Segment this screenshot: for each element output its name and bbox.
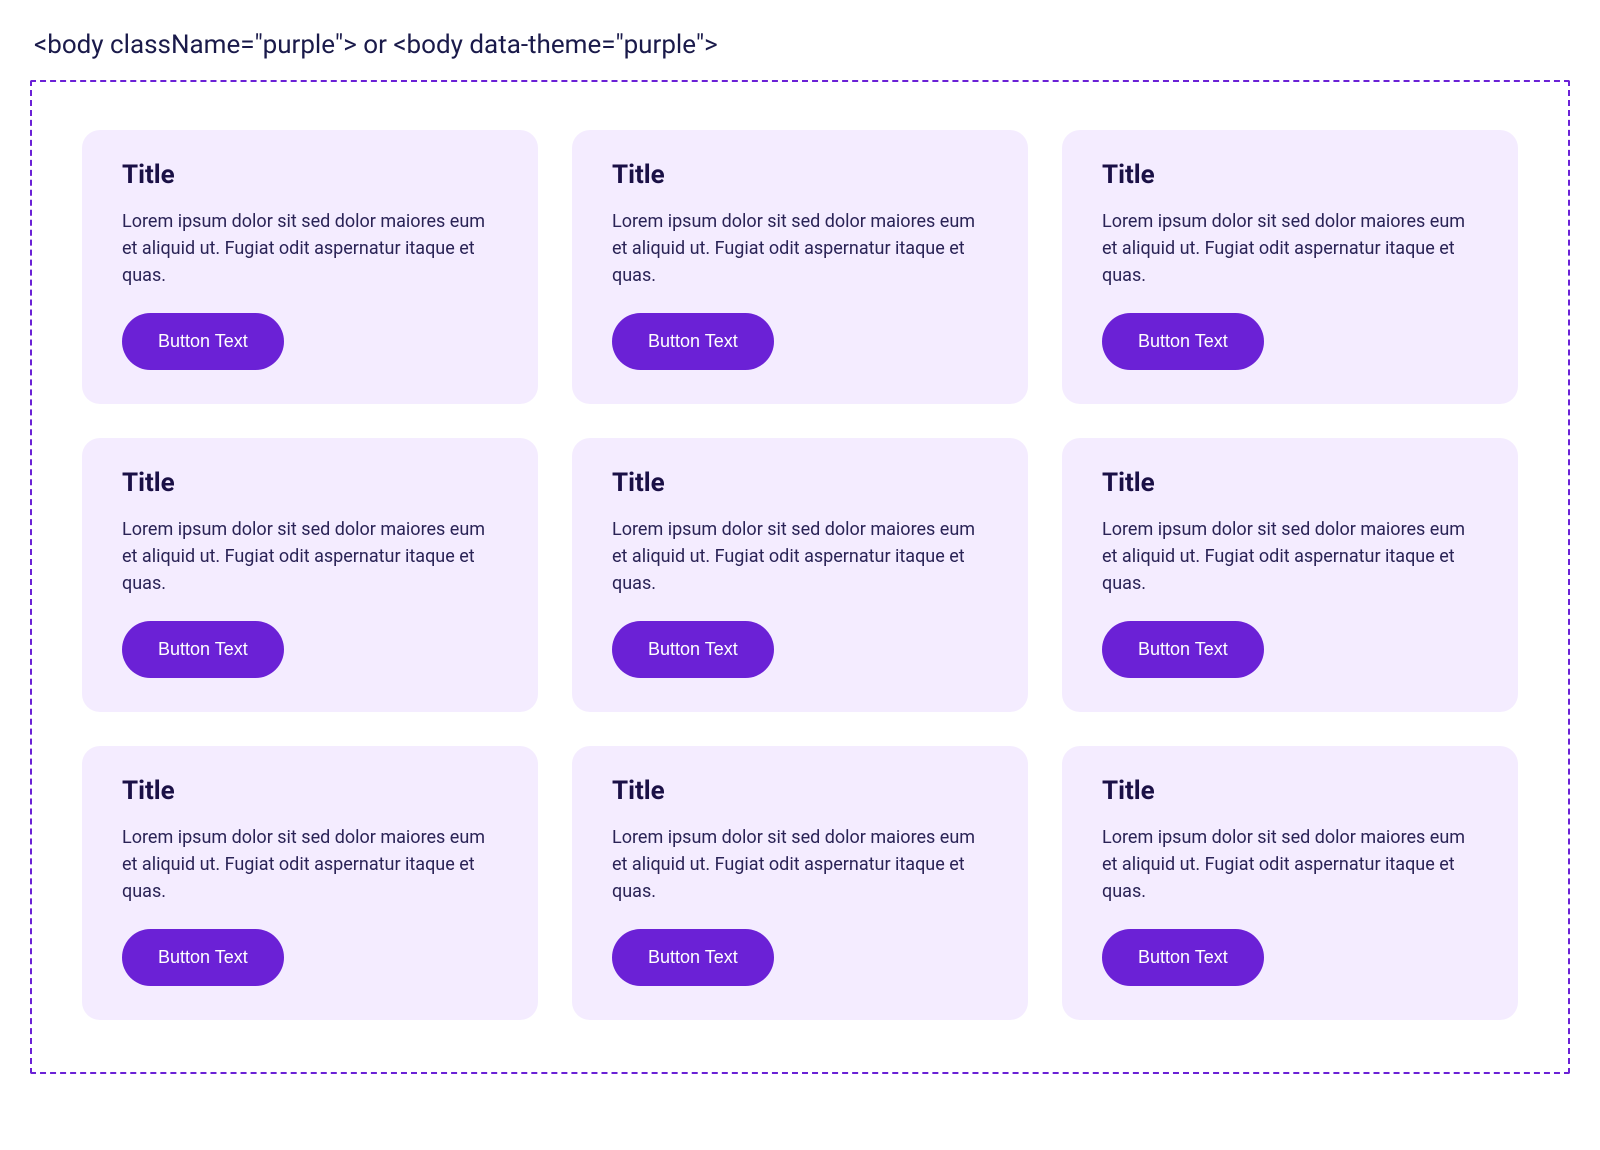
card-title: Title <box>612 468 988 498</box>
card-body: Lorem ipsum dolor sit sed dolor maiores … <box>1102 824 1478 905</box>
card-title: Title <box>1102 160 1478 190</box>
card-grid: Title Lorem ipsum dolor sit sed dolor ma… <box>82 130 1518 1020</box>
card-body: Lorem ipsum dolor sit sed dolor maiores … <box>122 208 498 289</box>
card-title: Title <box>612 776 988 806</box>
card-title: Title <box>122 160 498 190</box>
card-button[interactable]: Button Text <box>612 621 774 678</box>
theme-container: Title Lorem ipsum dolor sit sed dolor ma… <box>30 80 1570 1074</box>
card-body: Lorem ipsum dolor sit sed dolor maiores … <box>122 824 498 905</box>
card: Title Lorem ipsum dolor sit sed dolor ma… <box>82 130 538 404</box>
card-title: Title <box>1102 776 1478 806</box>
card-body: Lorem ipsum dolor sit sed dolor maiores … <box>1102 516 1478 597</box>
card-body: Lorem ipsum dolor sit sed dolor maiores … <box>612 516 988 597</box>
card-title: Title <box>1102 468 1478 498</box>
card: Title Lorem ipsum dolor sit sed dolor ma… <box>1062 130 1518 404</box>
card-button[interactable]: Button Text <box>1102 313 1264 370</box>
card-body: Lorem ipsum dolor sit sed dolor maiores … <box>612 208 988 289</box>
card-body: Lorem ipsum dolor sit sed dolor maiores … <box>1102 208 1478 289</box>
card-title: Title <box>122 776 498 806</box>
card: Title Lorem ipsum dolor sit sed dolor ma… <box>572 438 1028 712</box>
card-body: Lorem ipsum dolor sit sed dolor maiores … <box>612 824 988 905</box>
code-snippet-label: <body className="purple"> or <body data-… <box>30 30 1570 60</box>
card-body: Lorem ipsum dolor sit sed dolor maiores … <box>122 516 498 597</box>
card-button[interactable]: Button Text <box>122 313 284 370</box>
card-button[interactable]: Button Text <box>1102 929 1264 986</box>
card-title: Title <box>612 160 988 190</box>
card: Title Lorem ipsum dolor sit sed dolor ma… <box>1062 438 1518 712</box>
card-button[interactable]: Button Text <box>122 621 284 678</box>
card: Title Lorem ipsum dolor sit sed dolor ma… <box>572 746 1028 1020</box>
card-button[interactable]: Button Text <box>122 929 284 986</box>
card-title: Title <box>122 468 498 498</box>
card: Title Lorem ipsum dolor sit sed dolor ma… <box>572 130 1028 404</box>
card-button[interactable]: Button Text <box>612 929 774 986</box>
card-button[interactable]: Button Text <box>1102 621 1264 678</box>
card: Title Lorem ipsum dolor sit sed dolor ma… <box>82 746 538 1020</box>
card: Title Lorem ipsum dolor sit sed dolor ma… <box>82 438 538 712</box>
card: Title Lorem ipsum dolor sit sed dolor ma… <box>1062 746 1518 1020</box>
card-button[interactable]: Button Text <box>612 313 774 370</box>
